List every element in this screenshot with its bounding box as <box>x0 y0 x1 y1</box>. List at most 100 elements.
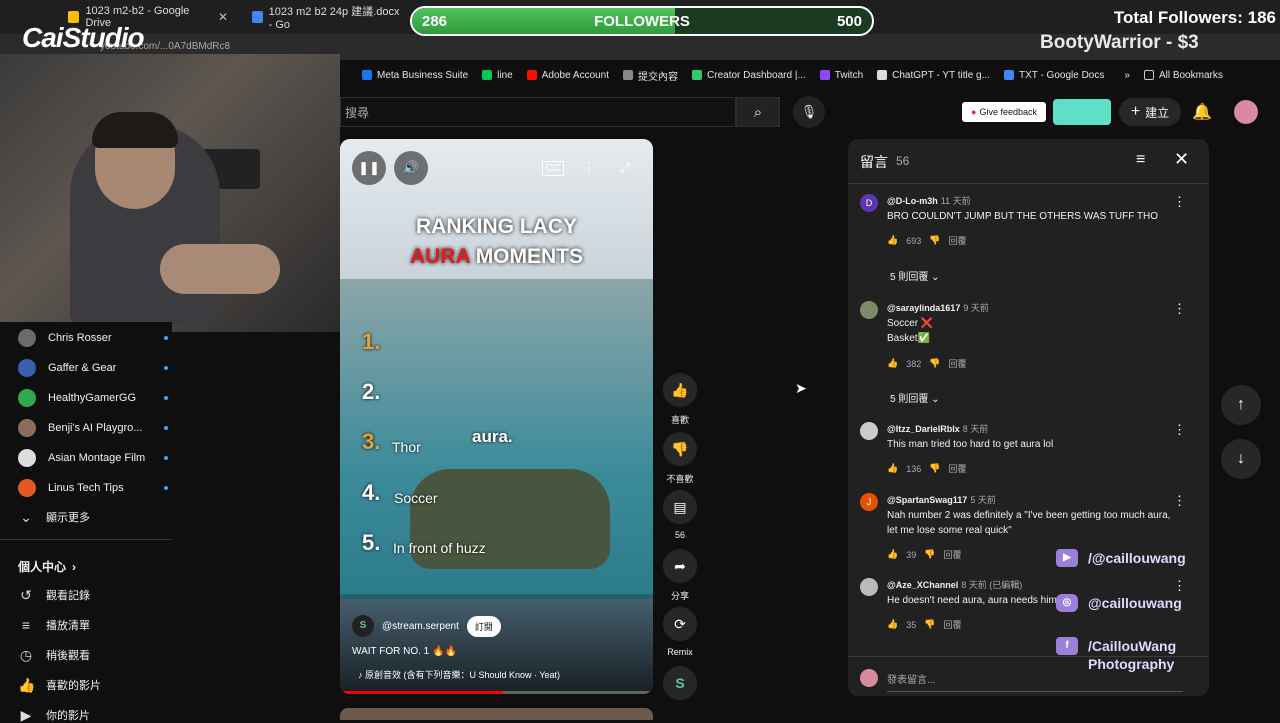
thumbs-down-icon[interactable]: 👎 <box>929 463 940 474</box>
sidebar-item-watch-later[interactable]: ◷ 稍後觀看 <box>18 647 168 663</box>
channel-name: Chris Rosser <box>48 332 112 344</box>
thumbs-up-icon[interactable]: 👍 <box>887 619 898 630</box>
reply-button[interactable]: 回覆 <box>948 357 966 370</box>
volume-button[interactable]: 🔊 <box>394 151 428 185</box>
sidebar-item-liked[interactable]: 👍 喜歡的影片 <box>18 677 168 693</box>
more-vertical-icon[interactable]: ⋮ <box>1173 194 1186 210</box>
dislike-button[interactable]: 👎 不喜歡 <box>662 432 698 485</box>
comment-author[interactable]: @SpartanSwag117 <box>887 495 967 505</box>
comments-button[interactable]: ▤ 56 <box>662 490 698 540</box>
more-options-button[interactable]: ⋮ <box>572 151 606 185</box>
remix-button[interactable]: ⟳ Remix <box>662 607 698 657</box>
shorts-video-player[interactable]: ❚❚ 🔊 CC ⋮ ⤢ RANKING LACY AURA MOMENTS 1.… <box>340 139 653 694</box>
comment-author[interactable]: @Itzz_DarielRblx <box>887 424 960 434</box>
like-button[interactable]: 👍 喜歡 <box>662 373 698 426</box>
bookmark-meta[interactable]: Meta Business Suite <box>362 70 468 81</box>
sidebar-item-subscription[interactable]: Gaffer & Gear <box>18 359 168 377</box>
you-section-label: 個人中心 <box>18 560 67 574</box>
reply-button[interactable]: 回覆 <box>948 234 966 247</box>
reply-button[interactable]: 回覆 <box>943 618 961 631</box>
all-bookmarks[interactable]: All Bookmarks <box>1143 70 1223 81</box>
sidebar-item-history[interactable]: ↺ 觀看記錄 <box>18 587 168 603</box>
bookmark-creator-dashboard[interactable]: Creator Dashboard |... <box>692 70 806 81</box>
share-button[interactable]: ➦ 分享 <box>662 549 698 602</box>
sidebar-item-subscription[interactable]: Chris Rosser <box>18 329 168 347</box>
sidebar-item-your-videos[interactable]: ▶ 你的影片 <box>18 707 168 723</box>
bookmark-txt-docs[interactable]: TXT - Google Docs <box>1003 70 1104 81</box>
reply-button[interactable]: 回覆 <box>943 548 961 561</box>
sidebar-item-subscription[interactable]: HealthyGamerGG <box>18 389 168 407</box>
fullscreen-button[interactable]: ⤢ <box>608 151 642 185</box>
sidebar-item-label: 喜歡的影片 <box>46 680 101 692</box>
search-input[interactable]: 搜尋 <box>340 97 736 127</box>
bookmark-adobe[interactable]: Adobe Account <box>526 70 609 81</box>
close-icon[interactable]: ✕ <box>1174 149 1189 170</box>
thumbs-down-icon[interactable]: 👎 <box>924 549 935 560</box>
sidebar-item-subscription[interactable]: Benji's AI Playgro... <box>18 419 168 437</box>
next-short-button[interactable]: ↓ <box>1221 439 1261 479</box>
comment-author[interactable]: @Aze_XChannel <box>887 580 958 590</box>
bookmark-line[interactable]: line <box>482 70 513 81</box>
search-button[interactable]: ⌕ <box>736 97 780 127</box>
sidebar-item-playlists[interactable]: ≡ 播放清單 <box>18 617 168 633</box>
comment-header: @saraylinda1617 9 天前 <box>887 301 989 314</box>
browser-tab[interactable]: 1023 m2 b2 24p 建議.docx - Go <box>244 4 414 31</box>
bookmark-chatgpt[interactable]: ChatGPT - YT title g... <box>877 70 990 81</box>
thumbs-up-icon[interactable]: 👍 <box>887 235 898 246</box>
thumbs-up-icon[interactable]: 👍 <box>887 463 898 474</box>
commenter-avatar[interactable] <box>860 422 878 440</box>
commenter-avatar[interactable]: D <box>860 194 878 212</box>
share-icon: ➦ <box>663 549 697 583</box>
subscribe-button[interactable]: 訂閱 <box>466 615 501 637</box>
arrow-up-icon: ↑ <box>1237 396 1245 413</box>
comment-author[interactable]: @saraylinda1617 <box>887 303 960 313</box>
sidebar-item-subscription[interactable]: Asian Montage Film <box>18 449 168 467</box>
video-progress-bar[interactable] <box>340 691 653 694</box>
reply-button[interactable]: 回覆 <box>948 462 966 475</box>
sidebar-item-subscription[interactable]: Linus Tech Tips <box>18 479 168 497</box>
account-avatar[interactable] <box>1234 100 1258 124</box>
captions-button[interactable]: CC <box>536 151 570 185</box>
rank-number: 2. <box>362 379 381 404</box>
thumbs-down-icon[interactable]: 👎 <box>924 619 935 630</box>
bookmark-submit[interactable]: 提交內容 <box>623 68 678 83</box>
sound-source-button[interactable]: S <box>662 666 698 700</box>
total-followers: Total Followers: 186 <box>1113 8 1276 27</box>
show-more-button[interactable]: ⌄ 顯示更多 <box>18 509 168 525</box>
music-attribution[interactable]: ♪ 原創音效 (含有下列音樂：U Should Know · Yeat) <box>358 668 560 681</box>
commenter-avatar[interactable] <box>860 578 878 596</box>
more-bookmarks-icon[interactable]: » <box>1124 70 1130 81</box>
more-vertical-icon[interactable]: ⋮ <box>1173 578 1186 594</box>
bookmark-label: 提交內容 <box>638 71 679 83</box>
comment-input[interactable]: 發表留言... <box>887 671 1183 692</box>
more-vertical-icon[interactable]: ⋮ <box>1173 493 1186 509</box>
instagram-icon: ◎ <box>1056 594 1078 612</box>
previous-short-button[interactable]: ↑ <box>1221 385 1261 425</box>
channel-avatar[interactable]: S <box>352 615 374 637</box>
pause-button[interactable]: ❚❚ <box>352 151 386 185</box>
thumbs-down-icon[interactable]: 👎 <box>929 235 940 246</box>
bookmark-twitch[interactable]: Twitch <box>819 70 863 81</box>
feedback-icon: ● <box>971 107 977 117</box>
sort-icon[interactable]: ≡ <box>1136 151 1145 169</box>
voice-search-button[interactable]: 🎙 <box>793 96 825 128</box>
more-vertical-icon[interactable]: ⋮ <box>1173 422 1186 438</box>
extension-button[interactable] <box>1053 99 1111 125</box>
comment-author[interactable]: @D-Lo-m3h <box>887 196 938 206</box>
view-replies-button[interactable]: 5 則回覆 ⌄ <box>890 268 940 283</box>
notifications-bell-icon[interactable]: 🔔 <box>1192 102 1212 122</box>
thumbs-down-icon[interactable]: 👎 <box>929 358 940 369</box>
channel-handle[interactable]: @stream.serpent <box>382 621 459 632</box>
thumbs-up-icon[interactable]: 👍 <box>887 358 898 369</box>
give-feedback-button[interactable]: ● Give feedback <box>962 102 1046 122</box>
you-section-header[interactable]: 個人中心 › <box>18 558 168 575</box>
close-tab-icon[interactable]: ✕ <box>218 10 228 24</box>
create-button[interactable]: + 建立 <box>1119 98 1181 126</box>
commenter-avatar[interactable] <box>860 301 878 319</box>
sidebar: Chris Rosser Gaffer & Gear HealthyGamerG… <box>0 322 172 723</box>
view-replies-button[interactable]: 5 則回覆 ⌄ <box>890 390 940 405</box>
next-video-preview[interactable] <box>340 708 653 720</box>
commenter-avatar[interactable]: J <box>860 493 878 511</box>
thumbs-up-icon[interactable]: 👍 <box>887 549 898 560</box>
more-vertical-icon[interactable]: ⋮ <box>1173 301 1186 317</box>
